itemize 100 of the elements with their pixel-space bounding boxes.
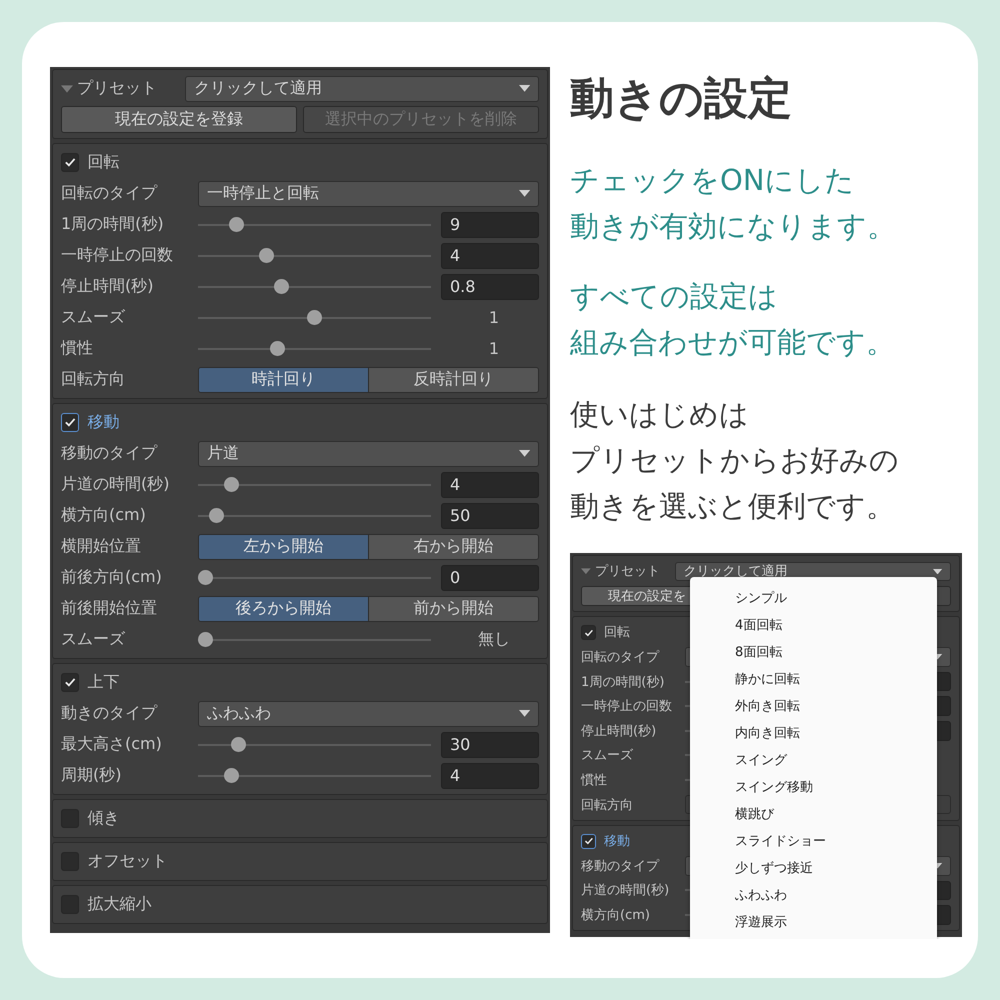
section-title: 移動 [87, 412, 120, 433]
menu-item[interactable]: 静かに回転 [690, 665, 937, 692]
dropdown[interactable]: 一時停止と回転 [198, 180, 539, 206]
setting-label: 片道の時間(秒) [61, 474, 170, 495]
note-text: すべての設定は 組み合わせが可能です。 [570, 278, 896, 361]
toggle-option[interactable]: 前から開始 [368, 596, 538, 620]
setting-label: スムーズ [581, 747, 634, 764]
setting-label: 前後開始位置 [61, 598, 158, 619]
number-field[interactable]: 30 [441, 732, 539, 758]
checkbox[interactable] [61, 413, 80, 432]
section-title: 拡大縮小 [87, 894, 152, 915]
note-text: チェックをONにした 動きが有効になります。 [570, 162, 897, 245]
slider-thumb[interactable] [259, 248, 274, 263]
menu-item[interactable]: 内向き回転 [690, 719, 937, 746]
setting-label: 動きのタイプ [61, 703, 158, 724]
section-title: 移動 [604, 833, 630, 850]
toggle-option[interactable]: 右から開始 [368, 534, 538, 558]
checkmark-icon [64, 676, 76, 689]
preset-label: プリセット [594, 563, 660, 580]
checkmark-icon [584, 628, 594, 638]
dropdown-arrow-icon [518, 85, 530, 92]
setting-label: 回転方向 [581, 796, 634, 814]
setting-label: 周期(秒) [61, 765, 122, 786]
setting-label: 停止時間(秒) [581, 722, 658, 740]
setting-label: 片道の時間(秒) [581, 882, 670, 900]
slider-thumb[interactable] [198, 632, 213, 647]
slider-thumb[interactable] [230, 737, 246, 752]
toggle-option[interactable]: 左から開始 [199, 534, 368, 558]
checkmark-icon [64, 416, 76, 429]
checkbox[interactable] [61, 153, 80, 172]
note-text: 使いはじめは プリセットからお好みの 動きを選ぶと便利です。 [570, 396, 900, 525]
menu-item[interactable]: 少しずつ接近 [690, 854, 937, 881]
menu-item[interactable]: ふわふわ [690, 881, 937, 908]
menu-item[interactable]: スライドショー [690, 827, 937, 854]
dropdown[interactable]: ふわふわ [198, 700, 539, 726]
number-field[interactable]: 4 [441, 242, 539, 268]
slider-thumb[interactable] [208, 508, 224, 523]
slider-thumb[interactable] [274, 279, 290, 294]
setting-label: 移動のタイプ [581, 858, 660, 875]
checkmark-icon [64, 156, 76, 169]
heading: 動きの設定 [570, 72, 793, 126]
menu-item[interactable]: 外向き回転 [690, 692, 937, 719]
slider-thumb[interactable] [228, 217, 244, 232]
register-preset-button[interactable]: 現在の設定を登録 [61, 106, 297, 133]
number-field[interactable]: 9 [441, 212, 539, 238]
checkbox[interactable] [581, 625, 596, 640]
slider-thumb[interactable] [224, 768, 240, 783]
setting-label: 横方向(cm) [61, 505, 147, 526]
segmented-control[interactable]: 後ろから開始 前から開始 [198, 596, 539, 622]
value-reading: 1 [488, 308, 500, 327]
setting-label: 移動のタイプ [61, 443, 158, 464]
slider-thumb[interactable] [307, 310, 322, 325]
menu-item[interactable]: 横跳び [690, 800, 937, 827]
checkbox[interactable] [61, 852, 80, 871]
segmented-control[interactable]: 左から開始 右から開始 [198, 534, 539, 560]
setting-label: 一時停止の回数 [581, 698, 673, 716]
dropdown[interactable]: 片道 [198, 440, 539, 466]
slider-thumb[interactable] [198, 570, 213, 585]
menu-item[interactable]: スイング [690, 746, 937, 773]
menu-item[interactable]: 8面回転 [690, 638, 937, 665]
preset-dropdown[interactable]: クリックして適用 [185, 76, 539, 102]
dropdown-arrow-icon [518, 190, 530, 197]
number-field[interactable]: 4 [441, 472, 539, 498]
section-title: オフセット [87, 851, 168, 872]
number-field[interactable]: 4 [441, 762, 539, 788]
setting-label: 最大高さ(cm) [61, 734, 163, 755]
toggle-option[interactable]: 反時計回り [368, 368, 538, 392]
menu-item[interactable]: 浮遊展示 [690, 908, 937, 935]
segmented-control[interactable]: 時計回り 反時計回り [198, 366, 539, 392]
checkbox[interactable] [61, 673, 80, 692]
setting-label: 前後方向(cm) [61, 567, 163, 588]
setting-label: 停止時間(秒) [61, 276, 154, 297]
toggle-option[interactable]: 後ろから開始 [199, 596, 368, 620]
checkbox[interactable] [581, 834, 596, 849]
checkbox[interactable] [61, 895, 80, 914]
menu-item[interactable]: 4面回転 [690, 611, 937, 638]
preset-label: プリセット [77, 78, 157, 99]
dropdown-arrow-icon [518, 710, 530, 717]
toggle-option[interactable]: 時計回り [199, 368, 368, 392]
setting-label: スムーズ [61, 629, 126, 650]
section-title: 上下 [87, 672, 120, 693]
section-title: 回転 [604, 624, 630, 642]
menu-item[interactable]: スイング移動 [690, 773, 937, 800]
slider-thumb[interactable] [270, 341, 285, 356]
setting-label: スムーズ [61, 307, 126, 328]
dropdown-arrow-icon [518, 450, 530, 457]
setting-label: 慣性 [61, 338, 94, 359]
checkbox[interactable] [61, 809, 80, 828]
collapse-triangle-icon[interactable] [61, 84, 73, 92]
section-title: 傾き [87, 808, 120, 829]
value-reading: 1 [488, 339, 500, 358]
number-field[interactable]: 0 [441, 564, 539, 590]
collapse-triangle-icon[interactable] [581, 568, 591, 575]
number-field[interactable]: 0.8 [441, 274, 539, 300]
setting-label: 横開始位置 [61, 536, 142, 557]
setting-label: 一時停止の回数 [61, 245, 174, 266]
number-field[interactable]: 50 [441, 502, 539, 528]
value-reading: 無し [477, 629, 511, 650]
slider-thumb[interactable] [224, 477, 240, 492]
checkmark-icon [584, 836, 594, 846]
